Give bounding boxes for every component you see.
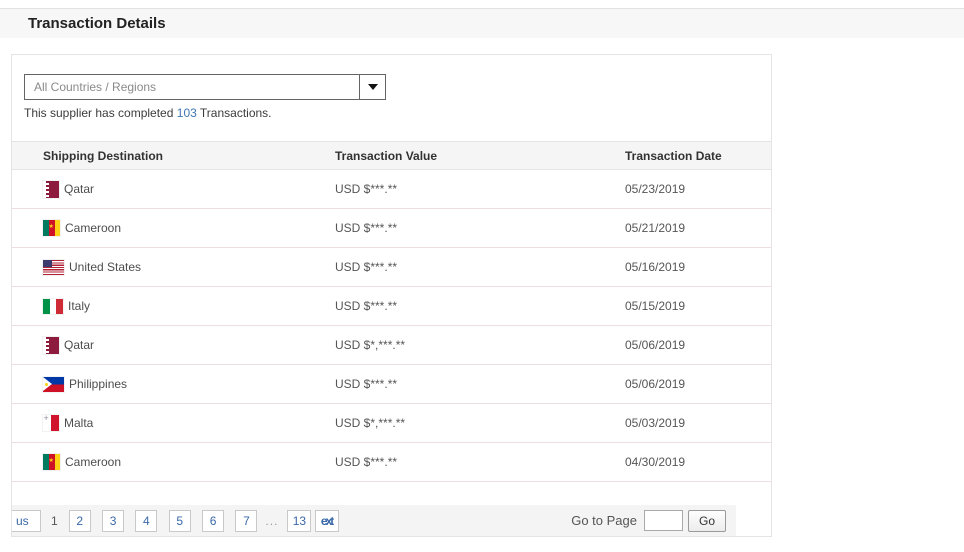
transaction-count-link[interactable]: 103 [177, 106, 197, 120]
country-flag-icon [43, 260, 64, 275]
pagination-ellipsis: ... [265, 514, 278, 528]
transaction-table-body: Qatar USD $***.** 05/23/2019 Cameroon US… [12, 170, 771, 482]
transaction-summary: This supplier has completed 103 Transact… [24, 106, 759, 120]
transaction-date-cell: 05/15/2019 [625, 299, 771, 313]
next-page-label: ext [321, 514, 334, 528]
country-flag-icon [43, 299, 63, 314]
transaction-date-cell: 05/06/2019 [625, 377, 771, 391]
country-name: Qatar [64, 182, 94, 196]
shipping-destination-cell: Cameroon [43, 454, 335, 470]
table-row: Cameroon USD $***.** 05/21/2019 [12, 209, 771, 248]
page-number-buttons: 2 3 4 5 6 7 [69, 510, 266, 532]
current-page-indicator: 1 [51, 514, 58, 528]
shipping-destination-cell: Italy [43, 299, 335, 314]
transaction-details-card: All Countries / Regions This supplier ha… [11, 54, 772, 537]
transaction-date-cell: 05/03/2019 [625, 416, 771, 430]
page-number-button[interactable]: 4 [135, 510, 157, 532]
country-flag-icon [43, 337, 59, 354]
summary-prefix: This supplier has completed [24, 106, 173, 120]
country-filter-value: All Countries / Regions [25, 75, 359, 99]
page-title: Transaction Details [0, 15, 166, 32]
goto-page-input[interactable] [644, 510, 683, 531]
page-number-button[interactable]: 2 [69, 510, 91, 532]
transaction-value-cell: USD $***.** [335, 299, 625, 313]
transaction-date-cell: 05/16/2019 [625, 260, 771, 274]
transaction-date-cell: 05/06/2019 [625, 338, 771, 352]
table-row: Philippines USD $***.** 05/06/2019 [12, 365, 771, 404]
table-header: Shipping Destination Transaction Value T… [12, 141, 771, 170]
column-transaction-date: Transaction Date [625, 149, 771, 163]
transaction-value-cell: USD $***.** [335, 221, 625, 235]
pagination-bar: us 1 2 3 4 5 6 7 ... 13 ext Go to Page G… [12, 505, 736, 536]
country-name: Italy [68, 299, 90, 313]
country-name: Malta [64, 416, 93, 430]
column-transaction-value: Transaction Value [335, 149, 625, 163]
shipping-destination-cell: United States [43, 260, 335, 275]
country-flag-icon [43, 181, 59, 198]
caret-down-icon [368, 84, 378, 90]
country-name: Cameroon [65, 221, 121, 235]
transaction-value-cell: USD $***.** [335, 455, 625, 469]
country-flag-icon [43, 454, 60, 470]
table-row: Malta USD $*,***.** 05/03/2019 [12, 404, 771, 443]
transaction-value-cell: USD $***.** [335, 377, 625, 391]
country-name: Cameroon [65, 455, 121, 469]
last-page-button[interactable]: 13 [287, 510, 311, 532]
column-shipping-destination: Shipping Destination [43, 149, 335, 163]
filter-area: All Countries / Regions This supplier ha… [12, 55, 771, 120]
country-flag-icon [43, 220, 60, 236]
page-number-button[interactable]: 3 [102, 510, 124, 532]
table-row: Qatar USD $*,***.** 05/06/2019 [12, 326, 771, 365]
page-number-button[interactable]: 6 [202, 510, 224, 532]
transaction-date-cell: 04/30/2019 [625, 455, 771, 469]
goto-page-group: Go to Page Go [571, 510, 736, 532]
next-page-button[interactable]: ext [315, 510, 339, 532]
summary-suffix: Transactions. [200, 106, 272, 120]
country-name: United States [69, 260, 141, 274]
shipping-destination-cell: Qatar [43, 337, 335, 354]
country-name: Philippines [69, 377, 127, 391]
page-number-button[interactable]: 7 [235, 510, 257, 532]
shipping-destination-cell: Qatar [43, 181, 335, 198]
transaction-value-cell: USD $***.** [335, 182, 625, 196]
transaction-value-cell: USD $*,***.** [335, 338, 625, 352]
previous-page-button[interactable]: us [12, 510, 41, 532]
dropdown-arrow-button[interactable] [359, 75, 385, 99]
section-header: Transaction Details [0, 8, 964, 38]
country-flag-icon [43, 415, 59, 431]
country-flag-icon [43, 377, 64, 392]
go-button[interactable]: Go [688, 510, 726, 532]
transaction-date-cell: 05/21/2019 [625, 221, 771, 235]
table-row: Qatar USD $***.** 05/23/2019 [12, 170, 771, 209]
shipping-destination-cell: Malta [43, 415, 335, 431]
table-row: Italy USD $***.** 05/15/2019 [12, 287, 771, 326]
shipping-destination-cell: Philippines [43, 377, 335, 392]
transaction-value-cell: USD $***.** [335, 260, 625, 274]
country-filter-dropdown[interactable]: All Countries / Regions [24, 74, 386, 100]
page-number-button[interactable]: 5 [169, 510, 191, 532]
table-row: Cameroon USD $***.** 04/30/2019 [12, 443, 771, 482]
table-row: United States USD $***.** 05/16/2019 [12, 248, 771, 287]
transaction-value-cell: USD $*,***.** [335, 416, 625, 430]
shipping-destination-cell: Cameroon [43, 220, 335, 236]
goto-page-label: Go to Page [571, 513, 637, 528]
country-name: Qatar [64, 338, 94, 352]
transaction-date-cell: 05/23/2019 [625, 182, 771, 196]
